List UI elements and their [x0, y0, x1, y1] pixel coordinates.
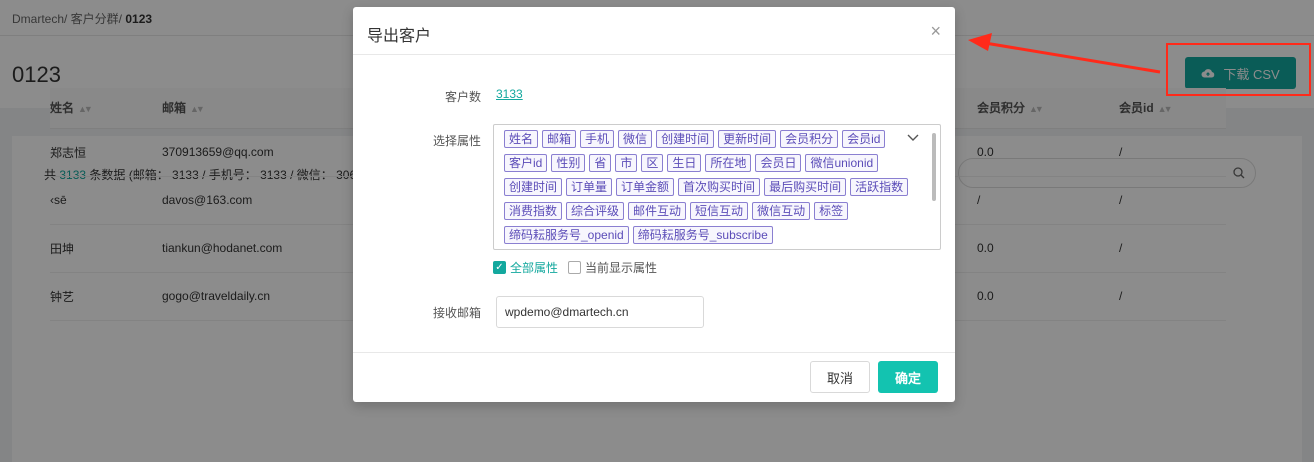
highlight-box [1166, 43, 1311, 96]
annotation-overlay [968, 33, 1311, 96]
annotation-arrow-line [984, 41, 1161, 74]
annotation-arrow-head [968, 33, 992, 51]
